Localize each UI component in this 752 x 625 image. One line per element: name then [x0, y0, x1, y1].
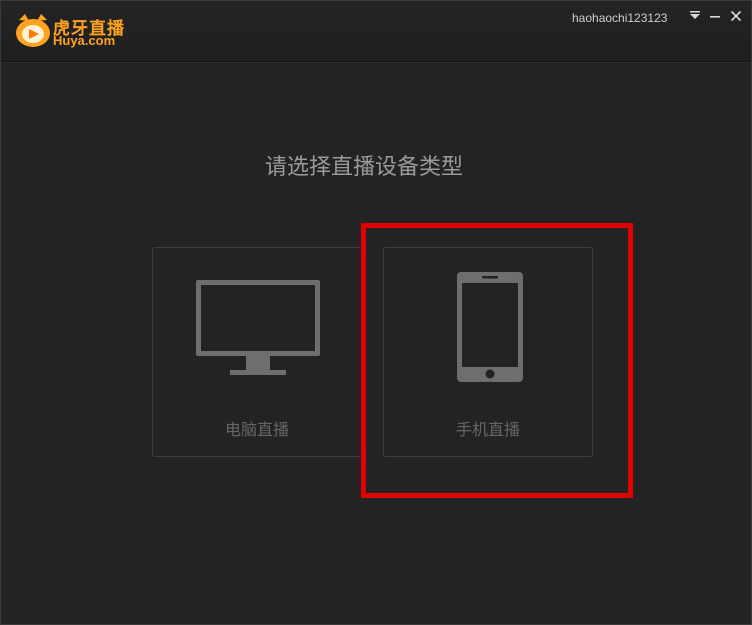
logo-english-text: Huya.com — [53, 33, 116, 48]
monitor-icon — [196, 280, 320, 375]
divider — [1, 62, 751, 63]
app-window: 虎牙直播 Huya.com haohaochi123123 请选择直播设备类型 — [0, 0, 752, 625]
pc-live-option[interactable]: 电脑直播 — [152, 247, 362, 457]
pc-live-label: 电脑直播 — [224, 420, 289, 439]
huya-logo: 虎牙直播 Huya.com — [13, 12, 143, 52]
title-bar: 虎牙直播 Huya.com haohaochi123123 — [1, 1, 751, 62]
mobile-live-option[interactable]: 手机直播 — [383, 247, 593, 457]
huya-logo-icon — [16, 14, 50, 47]
username-label[interactable]: haohaochi123123 — [572, 11, 667, 25]
menu-dropdown-icon[interactable] — [687, 7, 703, 25]
minimize-icon[interactable] — [707, 7, 723, 25]
close-icon[interactable] — [728, 7, 744, 25]
page-title: 请选择直播设备类型 — [264, 155, 463, 180]
smartphone-icon — [457, 272, 523, 382]
mobile-live-label: 手机直播 — [455, 420, 520, 439]
